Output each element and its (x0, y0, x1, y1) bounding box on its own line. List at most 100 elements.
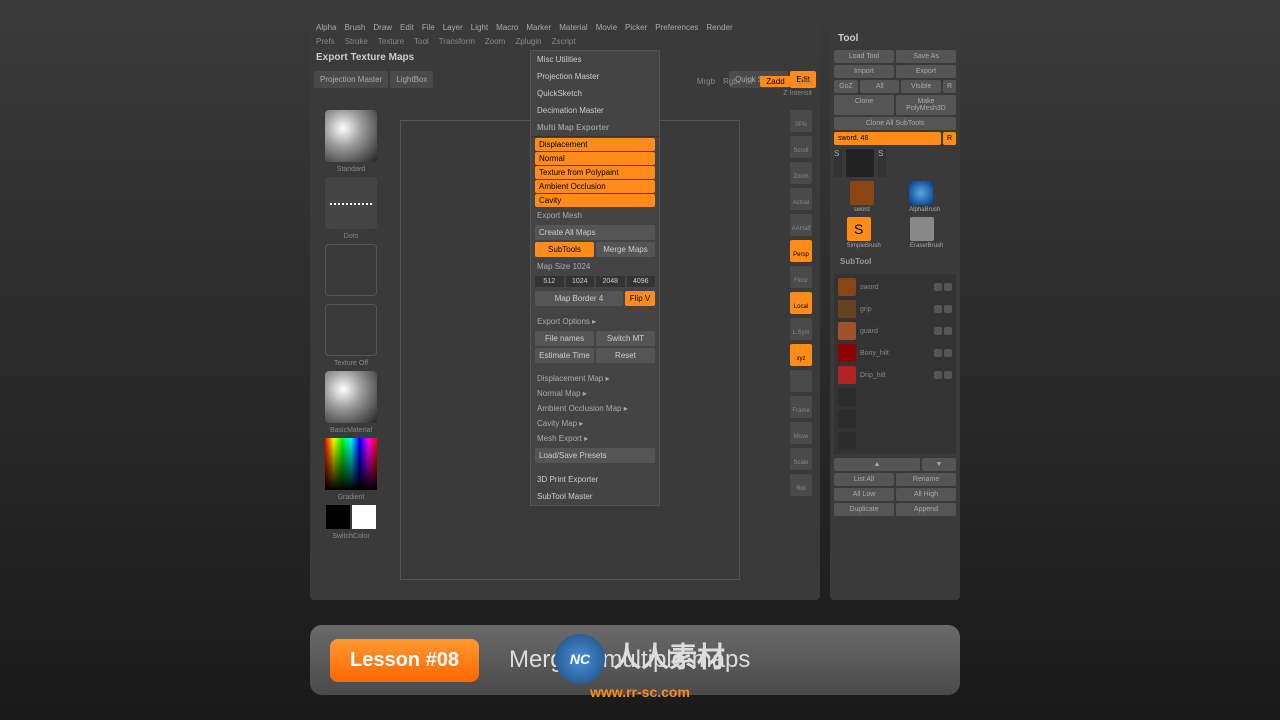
displacement-toggle[interactable]: Displacement (535, 138, 655, 151)
import-button[interactable]: Import (834, 65, 894, 78)
duplicate-button[interactable]: Duplicate (834, 503, 894, 516)
ao-toggle[interactable]: Ambient Occlusion (535, 180, 655, 193)
create-all-maps-button[interactable]: Create All Maps (535, 225, 655, 240)
blank-icon[interactable] (790, 370, 812, 392)
goz-visible-button[interactable]: Visible (901, 80, 940, 93)
map-border-slider[interactable]: Map Border 4 (535, 291, 623, 306)
subtool-vis-icon[interactable] (934, 371, 942, 379)
menu-item[interactable]: Macro (496, 23, 518, 32)
material-thumb[interactable] (325, 371, 377, 423)
persp-icon[interactable]: Persp (790, 240, 812, 262)
subtool-row[interactable]: guard (836, 320, 954, 342)
spix-icon[interactable]: SPix (790, 110, 812, 132)
subtool-row[interactable]: sword (836, 276, 954, 298)
menu-item[interactable]: Light (471, 23, 488, 32)
switchmt-button[interactable]: Switch MT (596, 331, 655, 346)
xyz-icon[interactable]: xyz (790, 344, 812, 366)
submenu-item[interactable]: Texture (378, 37, 404, 46)
subtool-vis-icon[interactable] (934, 283, 942, 291)
size-512[interactable]: 512 (535, 276, 564, 287)
reset-button[interactable]: Reset (596, 348, 655, 363)
rename-button[interactable]: Rename (896, 473, 956, 486)
flipv-toggle[interactable]: Flip V (625, 291, 655, 306)
subtools-toggle[interactable]: SubTools (535, 242, 594, 257)
rgb-toggle[interactable]: Rgb (723, 77, 738, 86)
quicksketch-item[interactable]: QuickSketch (531, 85, 659, 102)
mesh-export-section[interactable]: Mesh Export ▸ (531, 431, 659, 446)
menu-item[interactable]: Brush (344, 23, 365, 32)
tool-item-alphabrush-icon[interactable] (909, 181, 933, 205)
submenu-item[interactable]: Prefs (316, 37, 335, 46)
goz-all-button[interactable]: All (860, 80, 899, 93)
submenu-item[interactable]: Stroke (345, 37, 368, 46)
arrow-up-button[interactable]: ▲ (834, 458, 920, 471)
save-as-button[interactable]: Save As (896, 50, 956, 63)
subtool-eye-icon[interactable] (944, 327, 952, 335)
submenu-item[interactable]: Zoom (485, 37, 505, 46)
clone-all-subtools-button[interactable]: Clone All SubTools (834, 117, 956, 130)
all-high-button[interactable]: All High (896, 488, 956, 501)
mapsize-label[interactable]: Map Size 1024 (531, 259, 659, 274)
menu-item[interactable]: File (422, 23, 435, 32)
decimation-master-item[interactable]: Decimation Master (531, 102, 659, 119)
size-4096[interactable]: 4096 (627, 276, 656, 287)
export-options[interactable]: Export Options ▸ (531, 314, 659, 329)
subtool-row-empty[interactable] (836, 430, 954, 452)
subtool-master[interactable]: SubTool Master (531, 488, 659, 505)
texture-thumb[interactable] (325, 304, 377, 356)
projection-master-item[interactable]: Projection Master (531, 68, 659, 85)
submenu-item[interactable]: Tool (414, 37, 429, 46)
estimate-time-button[interactable]: Estimate Time (535, 348, 594, 363)
subtool-vis-icon[interactable] (934, 305, 942, 313)
ao-map-section[interactable]: Ambient Occlusion Map ▸ (531, 401, 659, 416)
cavity-map-section[interactable]: Cavity Map ▸ (531, 416, 659, 431)
tool-preview[interactable] (846, 149, 874, 177)
rotate-icon[interactable]: Rot (790, 474, 812, 496)
actual-icon[interactable]: Actual (790, 188, 812, 210)
zsub-toggle[interactable]: Zsu (799, 77, 812, 86)
submenu-item[interactable]: Transform (439, 37, 475, 46)
subtool-eye-icon[interactable] (944, 305, 952, 313)
scale-icon[interactable]: Scale (790, 448, 812, 470)
3d-print-exporter[interactable]: 3D Print Exporter (531, 471, 659, 488)
lsym-icon[interactable]: L.Sym (790, 318, 812, 340)
tool-slider-s2[interactable]: S (878, 149, 886, 177)
subtool-eye-icon[interactable] (944, 371, 952, 379)
subtool-row[interactable]: Drip_hilt (836, 364, 954, 386)
floor-icon[interactable]: Floor (790, 266, 812, 288)
menu-item[interactable]: Render (706, 23, 732, 32)
menu-item[interactable]: Preferences (655, 23, 698, 32)
m-toggle[interactable]: M (746, 77, 753, 86)
goz-button[interactable]: GoZ (834, 80, 858, 93)
swatch-white[interactable] (352, 505, 376, 529)
brush-thumb[interactable] (325, 110, 377, 162)
alpha-thumb[interactable] (325, 244, 377, 296)
menu-item[interactable]: Draw (373, 23, 392, 32)
zoom-icon[interactable]: Zoom (790, 162, 812, 184)
misc-utilities[interactable]: Misc Utilities (531, 51, 659, 68)
texture-polypaint-toggle[interactable]: Texture from Polypaint (535, 166, 655, 179)
mrgb-toggle[interactable]: Mrgb (697, 77, 715, 86)
subtool-vis-icon[interactable] (934, 349, 942, 357)
subtool-row[interactable]: grip (836, 298, 954, 320)
aahalf-icon[interactable]: AAHalf (790, 214, 812, 236)
subtool-row-empty[interactable] (836, 408, 954, 430)
export-mesh-label[interactable]: Export Mesh (531, 208, 659, 223)
scroll-icon[interactable]: Scroll (790, 136, 812, 158)
swatch-black[interactable] (326, 505, 350, 529)
local-icon[interactable]: Local (790, 292, 812, 314)
menu-item[interactable]: Layer (443, 23, 463, 32)
menu-item[interactable]: Alpha (316, 23, 336, 32)
subtool-eye-icon[interactable] (944, 283, 952, 291)
load-tool-button[interactable]: Load Tool (834, 50, 894, 63)
list-all-button[interactable]: List All (834, 473, 894, 486)
make-polymesh-button[interactable]: Make PolyMesh3D (896, 95, 956, 115)
menu-item[interactable]: Picker (625, 23, 647, 32)
size-2048[interactable]: 2048 (596, 276, 625, 287)
subtool-row[interactable]: Bony_hilt (836, 342, 954, 364)
lightbox-button[interactable]: LightBox (390, 71, 433, 88)
goz-r-button[interactable]: R (943, 80, 956, 93)
load-save-presets-button[interactable]: Load/Save Presets (535, 448, 655, 463)
subtool-vis-icon[interactable] (934, 327, 942, 335)
stroke-thumb[interactable] (325, 177, 377, 229)
